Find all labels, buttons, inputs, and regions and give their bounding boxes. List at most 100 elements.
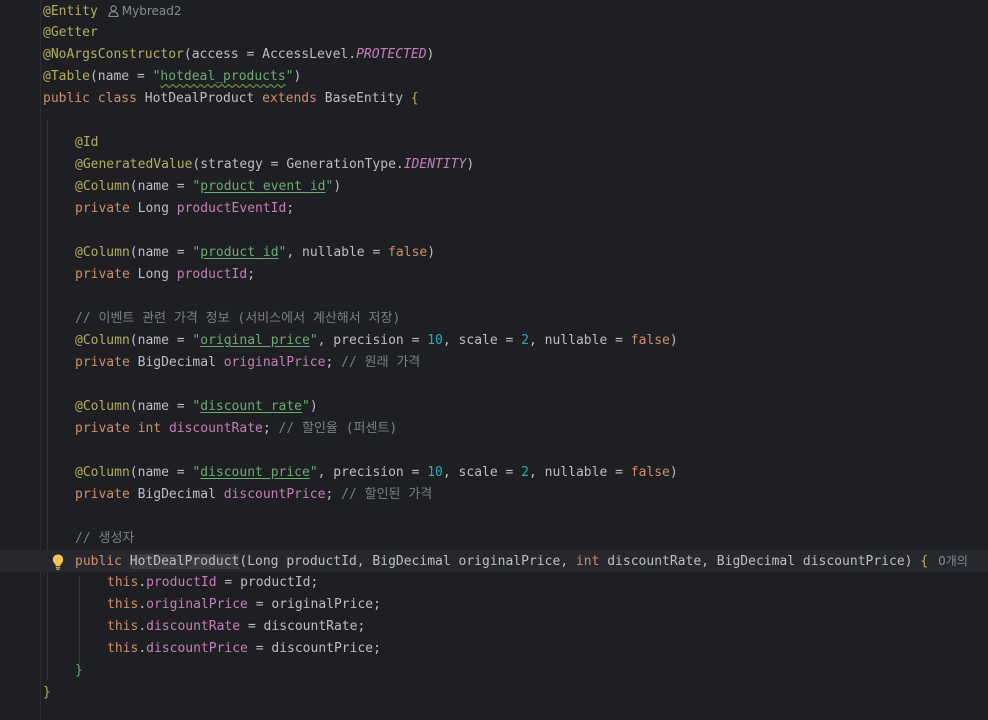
gutter-separator [40,0,41,720]
annotation-token: @Column [75,399,130,414]
code-line-20[interactable]: private int discountRate; // 할인율 (퍼센트) [43,418,988,440]
code-editor[interactable]: @Entity Mybread2 @Getter @NoArgsConstruct… [0,0,988,720]
code-line-1[interactable]: @Entity Mybread2 [43,0,988,22]
annotation-token: @Getter [43,25,98,40]
constructor-name-token[interactable]: HotDealProduct [129,554,240,569]
code-line-7[interactable]: @Id [43,132,988,154]
keyword-token: private [75,267,138,282]
string-token: product_event_id [200,179,326,194]
code-token: ; [325,487,342,502]
code-token: . [138,641,147,656]
string-token: " [309,465,318,480]
code-line-13[interactable]: private Long productId; [43,264,988,286]
code-token: ; [262,421,279,436]
code-token: = discountPrice; [247,641,381,656]
class-name-token: BaseEntity [324,91,411,106]
keyword-token: this [107,641,139,656]
class-name-token: HotDealProduct [144,91,263,106]
code-token: = originalPrice; [247,597,381,612]
keyword-token: this [107,597,139,612]
code-line-15[interactable]: // 이벤트 관련 가격 정보 (서비스에서 계산해서 저장) [43,308,988,330]
brace-token: { [920,554,929,569]
code-token: ) [669,333,678,348]
number-token: 2 [521,333,529,348]
code-token: discountRate, BigDecimal discountPrice) [607,554,921,569]
author-hint[interactable]: Mybread2 [108,4,182,18]
constant-token: IDENTITY [403,157,467,172]
code-token: ; [325,355,342,370]
code-line-19[interactable]: @Column(name = "discount_rate") [43,396,988,418]
type-token: Long [137,267,177,282]
code-token: (strategy = GenerationType. [192,157,404,172]
code-token: , nullable = [286,245,389,260]
code-line-25[interactable]: // 생성자 [43,528,988,550]
annotation-token: @GeneratedValue [75,157,193,172]
user-icon [108,2,119,24]
code-token: (access = AccessLevel. [183,47,357,62]
string-token: " [302,399,310,414]
code-line-22[interactable]: @Column(name = "discount_price", precisi… [43,462,988,484]
code-line-28[interactable]: this.originalPrice = originalPrice; [43,594,988,616]
code-token: = discountRate; [240,619,366,634]
code-token: ) [427,245,436,260]
keyword-token: false [388,245,428,260]
field-token: originalPrice [223,355,326,370]
code-line-32[interactable]: } [43,682,988,704]
code-token: , scale = [442,333,522,348]
code-token: ) [333,179,342,194]
code-line-8[interactable]: @GeneratedValue(strategy = GenerationTyp… [43,154,988,176]
code-line-26-current[interactable]: public HotDealProduct(Long productId, Bi… [0,550,988,572]
code-line-29[interactable]: this.discountRate = discountRate; [43,616,988,638]
editor-gutter[interactable] [0,0,40,720]
code-token: ) [669,465,678,480]
annotation-token: @Column [75,465,130,480]
code-line-16[interactable]: @Column(name = "original_price", precisi… [43,330,988,352]
code-token: ) [426,47,435,62]
code-line-17[interactable]: private BigDecimal originalPrice; // 원래 … [43,352,988,374]
code-line-27[interactable]: this.productId = productId; [43,572,988,594]
code-token: . [138,597,147,612]
comment-token: // 생성자 [75,531,135,546]
annotation-token: @NoArgsConstructor [43,47,184,62]
lightbulb-icon[interactable] [51,553,65,571]
code-token: (name = [129,399,193,414]
code-line-23[interactable]: private BigDecimal discountPrice; // 할인된… [43,484,988,506]
code-token: , precision = [317,333,428,348]
type-token: Long [137,201,177,216]
field-token: discountRate [146,619,241,634]
code-token: , scale = [442,465,522,480]
string-token: original_price [200,333,310,348]
keyword-token: private [75,421,138,436]
field-token: productId [146,575,217,590]
keyword-token: private [75,355,138,370]
number-token: 10 [427,333,443,348]
comment-token: // 할인된 가격 [341,487,433,502]
usages-hint[interactable]: 0개의 [938,554,968,568]
field-token: discountRate [168,421,263,436]
string-token: discount_price [200,465,310,480]
keyword-token: public class [43,91,145,106]
author-name: Mybread2 [121,4,182,18]
type-token: BigDecimal [137,487,224,502]
keyword-token: false [630,465,670,480]
annotation-token: @Id [75,135,99,150]
code-line-9[interactable]: @Column(name = "product_event_id") [43,176,988,198]
type-token: int [137,421,169,436]
type-token: BigDecimal [137,355,224,370]
code-line-10[interactable]: private Long productEventId; [43,198,988,220]
code-line-4[interactable]: @Table(name = "hotdeal_products") [43,66,988,88]
code-line-5[interactable]: public class HotDealProduct extends Base… [43,88,988,110]
code-line-3[interactable]: @NoArgsConstructor(access = AccessLevel.… [43,44,988,66]
code-area[interactable]: @Entity Mybread2 @Getter @NoArgsConstruct… [0,0,988,720]
string-token: hotdeal_products [160,69,286,84]
brace-token: } [75,663,83,678]
code-line-12[interactable]: @Column(name = "product_id", nullable = … [43,242,988,264]
code-line-2[interactable]: @Getter [43,22,988,44]
annotation-token: @Column [75,245,130,260]
code-line-31[interactable]: } [43,660,988,682]
code-token: . [138,619,147,634]
constant-token: PROTECTED [356,47,427,62]
field-token: productEventId [176,201,287,216]
code-line-30[interactable]: this.discountPrice = discountPrice; [43,638,988,660]
code-token: , nullable = [529,465,631,480]
